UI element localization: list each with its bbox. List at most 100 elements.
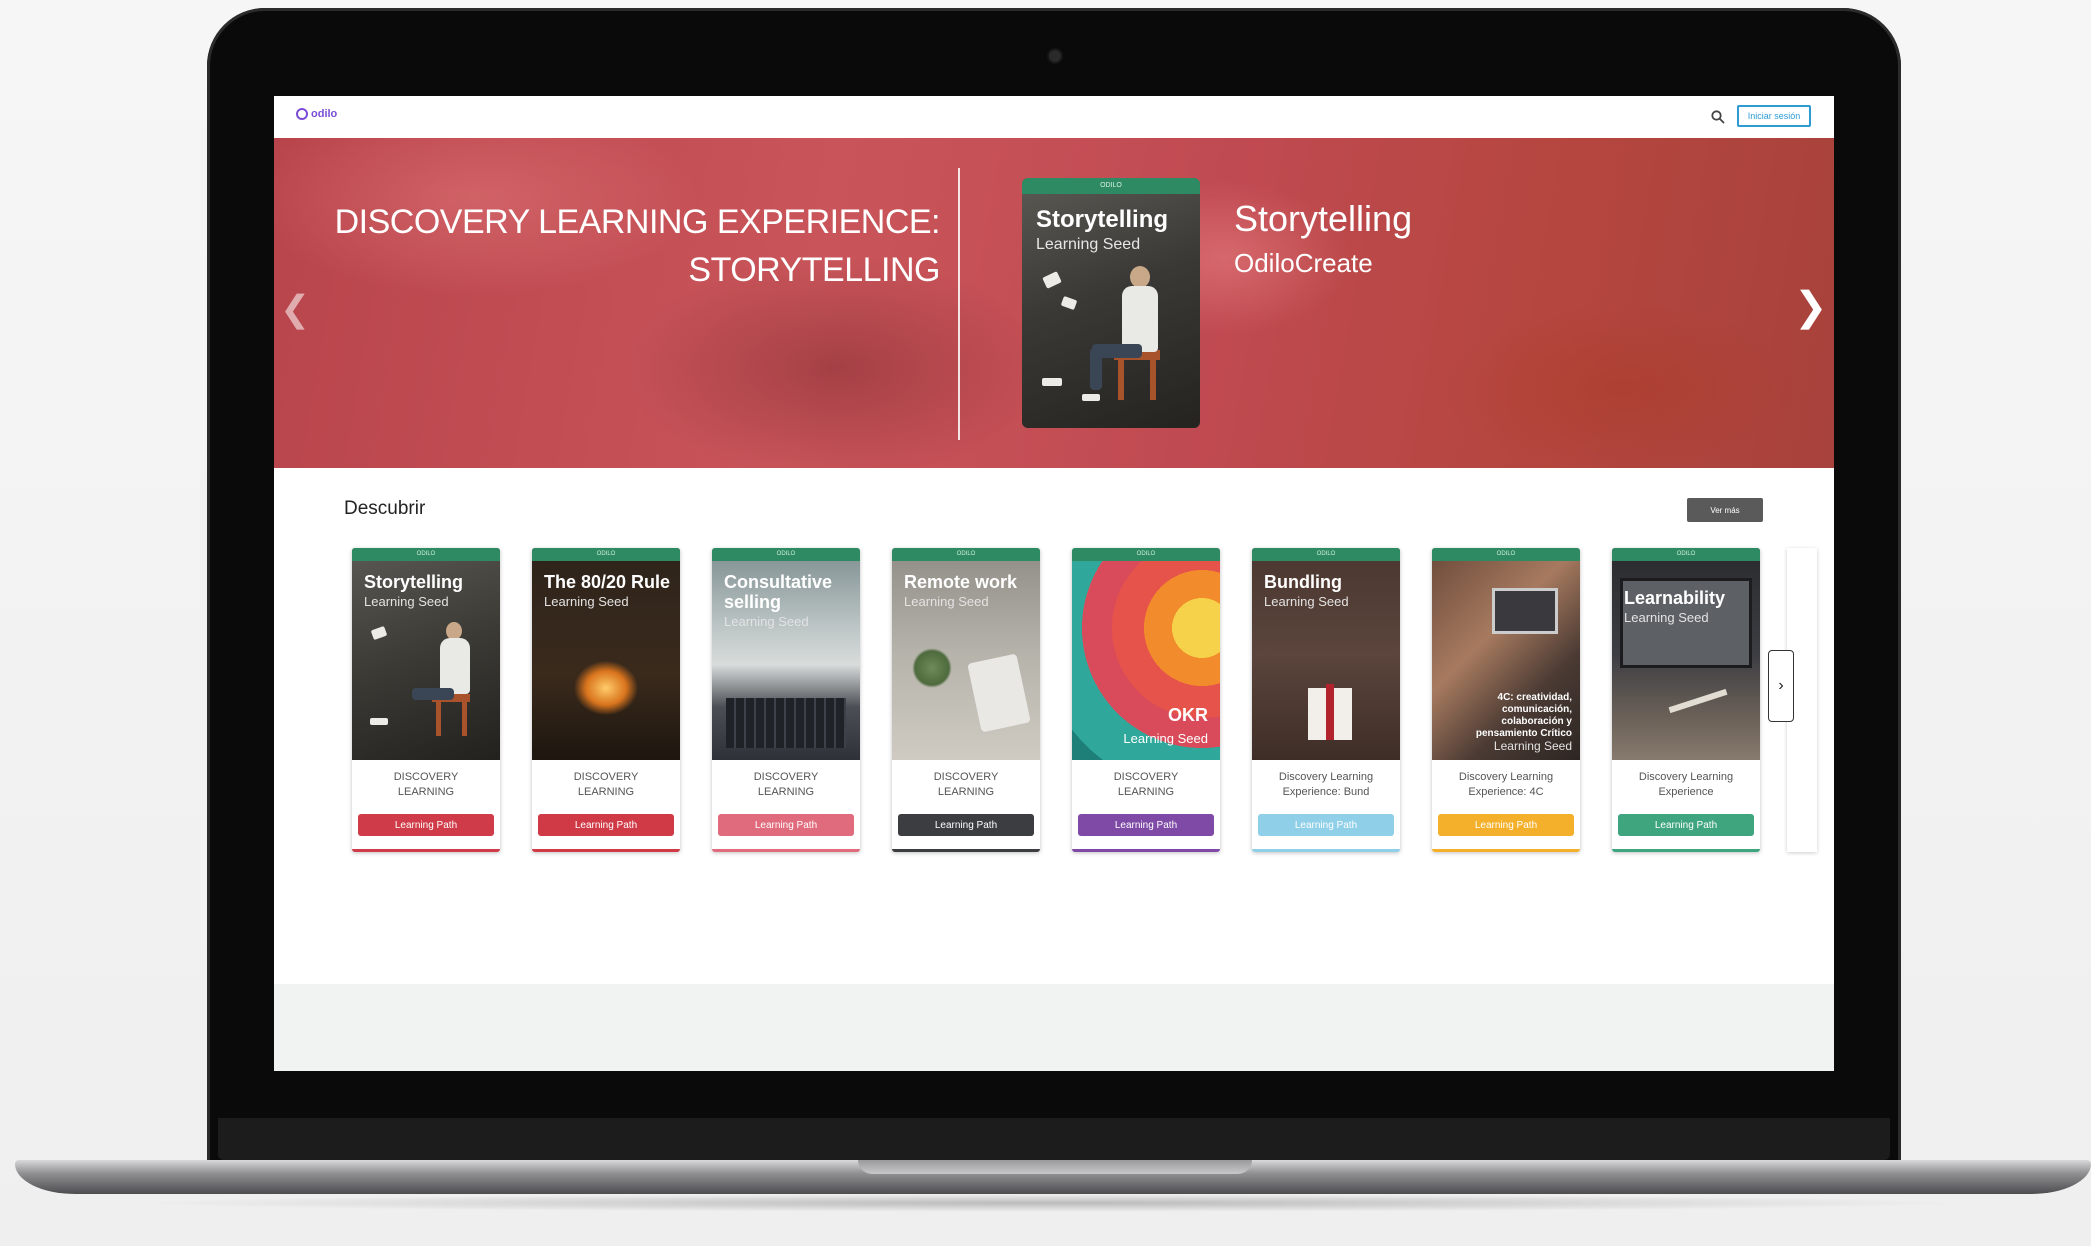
learning-path-button[interactable]: Learning Path [1078,814,1214,836]
card-meta-line2: Experience: Bund [1282,786,1370,798]
card-underline [532,849,680,852]
card-meta-line1: DISCOVERY [753,771,819,783]
monitor-shape [1492,588,1558,634]
section-title: Descubrir [344,498,426,519]
logo[interactable]: odilo [296,108,337,120]
top-bar: odilo Iniciar sesión [274,96,1834,138]
card-4c[interactable]: ODILO 4C: creatividad, comunicación, col… [1432,548,1580,852]
card-subtitle: Learning Seed [1493,739,1572,753]
card-title-text: The 80/20 Rule [544,572,671,592]
person-head [1130,266,1150,288]
laptop-keyboard-shape [726,698,846,748]
card-title-text: 4C: creatividad, comunicación, colaborac… [1475,692,1572,739]
card-subtitle: Learning Seed [724,614,809,629]
paper-shape [1060,295,1078,311]
learning-path-button[interactable]: Learning Path [1258,814,1394,836]
card-subtitle: Learning Seed [364,594,449,609]
see-more-button[interactable]: Ver más [1687,498,1763,522]
gift-ribbon-shape [1326,684,1334,740]
paper-shape [370,625,388,641]
card-meta: Discovery Learning Experience: 4C [1432,770,1580,800]
login-button[interactable]: Iniciar sesión [1737,105,1811,127]
card-meta-line1: DISCOVERY [933,771,999,783]
logo-icon [296,108,308,120]
hero-book-cover[interactable]: ODILO Storytelling Learning Seed [1022,178,1200,428]
card-underline [712,849,860,852]
card-remote-work[interactable]: ODILO Remote work Learning Seed DISCOVERY… [892,548,1040,852]
chevron-right-icon[interactable]: ❯ [1794,284,1828,330]
card-meta-line2: Experience: 4C [1468,786,1544,798]
card-meta-line1: DISCOVERY [1113,771,1179,783]
footer-band [274,984,1834,1071]
card-consultative-selling[interactable]: ODILO Consultative selling Learning Seed … [712,548,860,852]
card-cover: ODILO Storytelling Learning Seed [352,548,500,760]
learning-path-button[interactable]: Learning Path [898,814,1034,836]
card-title-text: Storytelling [364,572,464,592]
learning-path-button[interactable]: Learning Path [1438,814,1574,836]
card-underline [892,849,1040,852]
card-cover: ODILO 4C: creatividad, comunicación, col… [1432,548,1580,760]
person-leg [412,688,454,700]
card-80-20-rule[interactable]: ODILO The 80/20 Rule Learning Seed DISCOV… [532,548,680,852]
card-cover: ODILO The 80/20 Rule Learning Seed [532,548,680,760]
card-bundling[interactable]: ODILO Bundling Learning Seed Discovery Le… [1252,548,1400,852]
hero-book-title: Storytelling [1036,206,1169,233]
paper-shape [370,718,388,725]
card-meta-line1: Discovery Learning [1278,771,1374,783]
card-underline [1432,849,1580,852]
hero-book-subtitle: Learning Seed [1036,236,1141,253]
card-meta: Discovery Learning Experience: Bund [1252,770,1400,800]
chair-shape [1118,360,1124,400]
card-learnability[interactable]: ODILO Learnability Learning Seed Discover… [1612,548,1760,852]
card-title-text: Remote work [904,572,1018,592]
card-subtitle: Learning Seed [544,594,629,609]
card-title: Learnability Learning Seed [1624,588,1754,628]
card-brand-strip: ODILO [352,548,500,561]
card-cover: ODILO Bundling Learning Seed [1252,548,1400,760]
paper-shape [1042,378,1062,386]
card-title-text: Bundling [1264,572,1342,592]
card-cover: ODILO OKR Learning Seed [1072,548,1220,760]
card-subtitle: Learning Seed [1123,731,1208,746]
learning-path-button[interactable]: Learning Path [718,814,854,836]
logo-text: odilo [311,108,338,120]
paper-shape [1082,394,1100,401]
learning-path-button[interactable]: Learning Path [538,814,674,836]
chevron-left-icon[interactable]: ❮ [280,288,310,330]
paper-shape [1042,271,1062,289]
card-meta: DISCOVERY LEARNING [712,770,860,800]
card-meta: Discovery Learning Experience [1612,770,1760,800]
card-title-text: OKR [1168,705,1208,725]
card-brand-strip: ODILO [712,548,860,561]
card-meta-line2: Experience [1658,786,1714,798]
person-body [440,638,470,694]
laptop-shadow [120,1194,1980,1212]
card-brand-strip: ODILO [1432,548,1580,561]
card-meta-line2: LEARNING [1117,786,1175,798]
card-title: Remote work Learning Seed [904,572,1034,612]
card-carousel: ODILO Storytelling Learning Seed DISCOVER… [352,548,1812,852]
hero-banner: ❮ DISCOVERY LEARNING EXPERIENCE: STORYTE… [274,138,1834,468]
card-meta-line1: DISCOVERY [393,771,459,783]
card-title: Consultative selling Learning Seed [724,572,854,632]
card-brand-strip: ODILO [892,548,1040,561]
card-storytelling[interactable]: ODILO Storytelling Learning Seed DISCOVER… [352,548,500,852]
laptop-screen: odilo Iniciar sesión ❮ DISCOVERY LEARNIN… [274,96,1834,1071]
card-title: 4C: creatividad, comunicación, colaborac… [1462,692,1572,752]
card-meta: DISCOVERY LEARNING [352,770,500,800]
hero-title-line1: DISCOVERY LEARNING EXPERIENCE: [334,203,941,241]
learning-path-button[interactable]: Learning Path [358,814,494,836]
card-meta-line1: Discovery Learning [1458,771,1554,783]
chair-shape [462,702,467,736]
card-brand-strip: ODILO [532,548,680,561]
card-meta-line1: Discovery Learning [1638,771,1734,783]
card-underline [352,849,500,852]
hero-item-name[interactable]: Storytelling [1234,198,1412,240]
learning-path-button[interactable]: Learning Path [1618,814,1754,836]
card-meta-line2: LEARNING [577,786,635,798]
laptop-bezel-bottom [218,1118,1890,1160]
card-okr[interactable]: ODILO OKR Learning Seed DISCOVERY LEARNIN… [1072,548,1220,852]
search-icon[interactable] [1710,109,1726,125]
card-subtitle: Learning Seed [1264,594,1349,609]
chevron-right-icon[interactable]: › [1768,650,1794,722]
